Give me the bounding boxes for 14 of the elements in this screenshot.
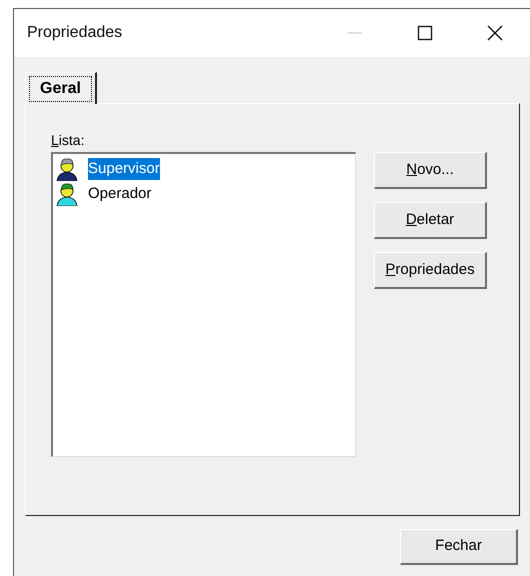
action-button[interactable]: Novo... [374,152,487,189]
close-icon[interactable] [487,25,503,41]
list-item[interactable]: Supervisor [88,158,160,180]
maximize-icon[interactable] [417,25,433,41]
user-icon [55,156,79,180]
list-item[interactable]: Operador [88,182,152,204]
list-label: Lista: [51,131,86,150]
user-list[interactable]: Supervisor Operador [51,152,356,457]
window-title: Propriedades [27,23,124,43]
tab[interactable]: Geral [25,72,97,104]
close-button[interactable]: Fechar [400,529,518,565]
user-icon [55,182,79,206]
action-button[interactable]: Deletar [374,202,487,239]
action-button[interactable]: Propriedades [374,252,487,289]
